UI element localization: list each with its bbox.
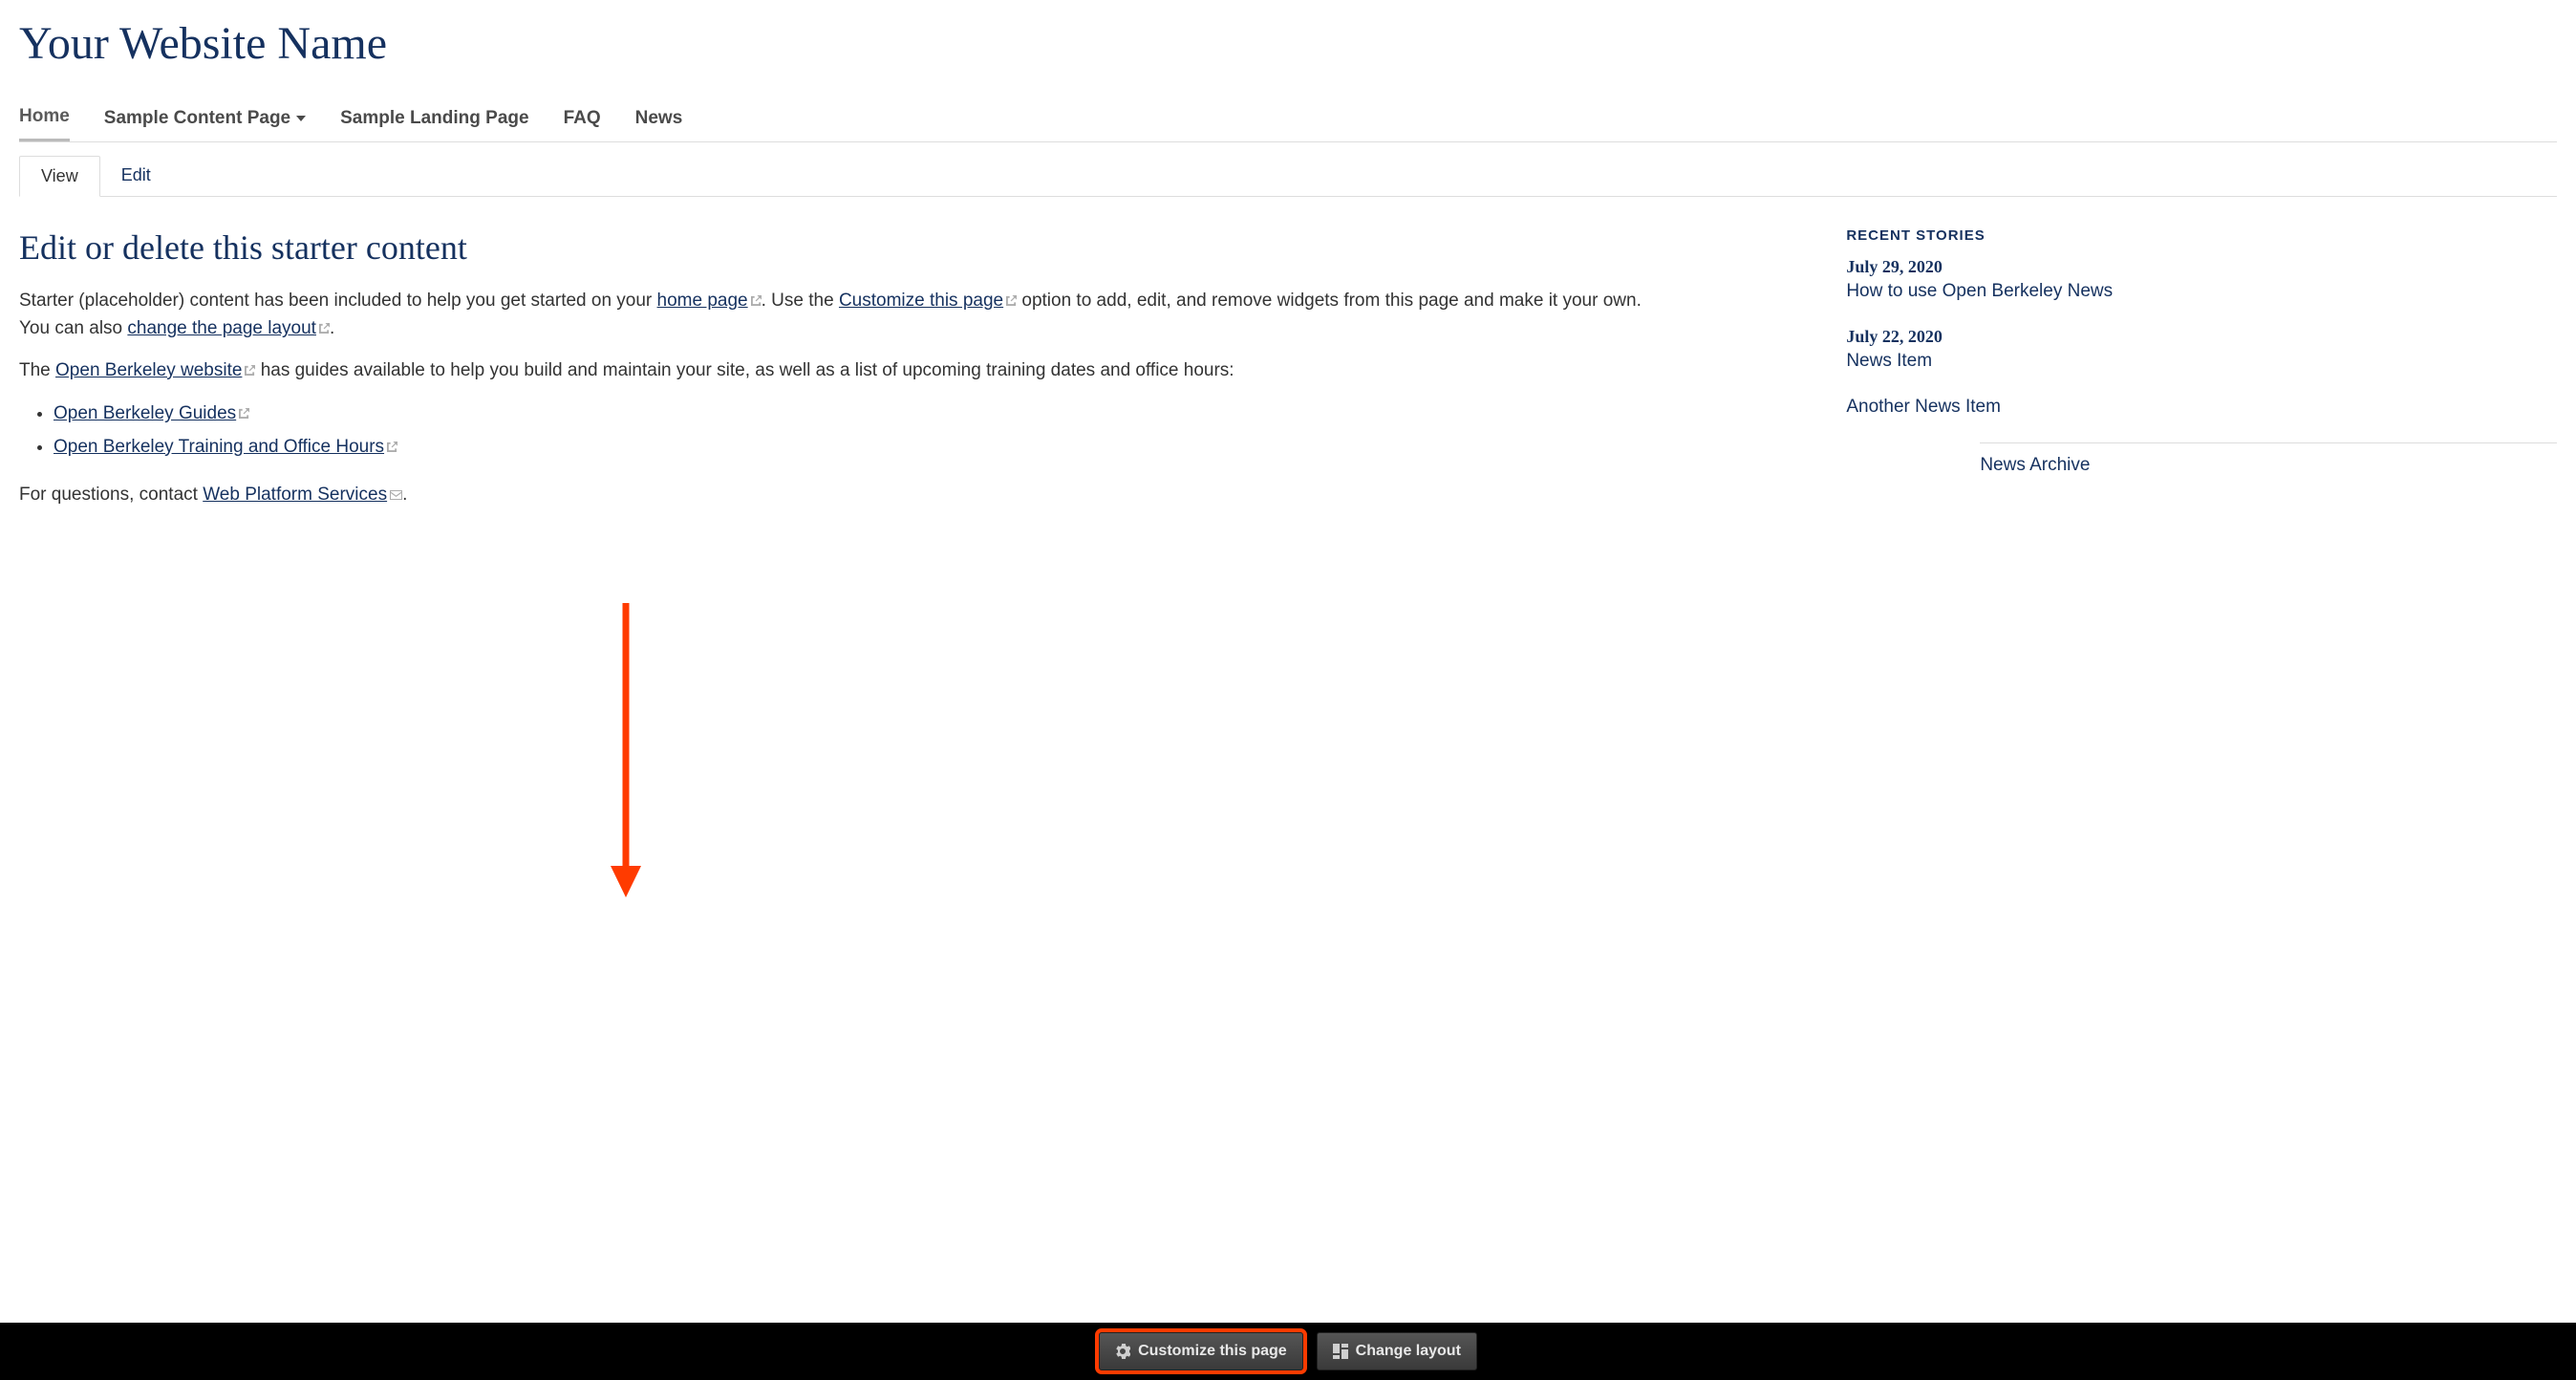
site-title: Your Website Name xyxy=(19,0,2557,98)
story-item: July 29, 2020 How to use Open Berkeley N… xyxy=(1846,257,2557,302)
text: For questions, contact xyxy=(19,485,203,505)
admin-action-bar: Customize this page Change layout xyxy=(0,1323,2576,1380)
nav-item-sample-landing-page[interactable]: Sample Landing Page xyxy=(340,100,528,140)
caret-down-icon xyxy=(296,116,306,121)
change-layout-button[interactable]: Change layout xyxy=(1317,1332,1477,1370)
tab-edit[interactable]: Edit xyxy=(100,156,172,196)
nav-item-faq[interactable]: FAQ xyxy=(564,100,601,140)
intro-paragraph-3: For questions, contact Web Platform Serv… xyxy=(19,481,1643,508)
main-content: Edit or delete this starter content Star… xyxy=(19,227,1643,1304)
text: . xyxy=(330,318,334,338)
story-item: July 22, 2020 News Item xyxy=(1846,327,2557,372)
nav-item-news[interactable]: News xyxy=(635,100,683,140)
link-customize-this-page[interactable]: Customize this page xyxy=(839,291,1003,311)
link-change-page-layout[interactable]: change the page layout xyxy=(127,318,316,338)
local-tabs: View Edit xyxy=(19,156,2557,197)
intro-paragraph-1: Starter (placeholder) content has been i… xyxy=(19,287,1643,343)
link-open-berkeley-training[interactable]: Open Berkeley Training and Office Hours xyxy=(54,437,384,457)
text: The xyxy=(19,360,55,380)
link-news-archive[interactable]: News Archive xyxy=(1980,455,2090,475)
story-date: July 22, 2020 xyxy=(1846,327,2557,347)
intro-paragraph-2: The Open Berkeley website has guides ava… xyxy=(19,356,1643,384)
list-item: Open Berkeley Training and Office Hours xyxy=(54,431,1643,464)
layout-icon xyxy=(1333,1344,1348,1359)
link-open-berkeley-guides[interactable]: Open Berkeley Guides xyxy=(54,403,236,423)
external-link-icon xyxy=(751,295,762,306)
gear-icon xyxy=(1115,1344,1130,1359)
list-item: Open Berkeley Guides xyxy=(54,398,1643,430)
external-link-icon xyxy=(387,442,397,452)
story-item: Another News Item xyxy=(1846,397,2557,418)
sidebar-heading: Recent Stories xyxy=(1846,227,2557,244)
external-link-icon xyxy=(245,365,255,376)
customize-this-page-button[interactable]: Customize this page xyxy=(1099,1332,1303,1370)
resource-list: Open Berkeley Guides Open Berkeley Train… xyxy=(19,398,1643,463)
nav-item-home[interactable]: Home xyxy=(19,98,70,141)
button-label: Change layout xyxy=(1356,1343,1461,1360)
external-link-icon xyxy=(319,323,330,334)
link-open-berkeley-website[interactable]: Open Berkeley website xyxy=(55,360,242,380)
story-link[interactable]: News Item xyxy=(1846,351,1932,371)
page-heading: Edit or delete this starter content xyxy=(19,227,1643,268)
text: has guides available to help you build a… xyxy=(255,360,1234,380)
story-link[interactable]: How to use Open Berkeley News xyxy=(1846,281,2113,301)
external-link-icon xyxy=(1006,295,1017,306)
story-link[interactable]: Another News Item xyxy=(1846,397,2001,417)
sidebar-recent-stories: Recent Stories July 29, 2020 How to use … xyxy=(1846,227,2557,1304)
external-link-icon xyxy=(239,408,249,419)
link-web-platform-services[interactable]: Web Platform Services xyxy=(203,485,387,505)
divider xyxy=(1980,442,2557,443)
primary-nav: Home Sample Content Page Sample Landing … xyxy=(19,98,2557,142)
nav-item-sample-content-page[interactable]: Sample Content Page xyxy=(104,100,306,140)
text: . Use the xyxy=(762,291,839,311)
button-label: Customize this page xyxy=(1138,1343,1287,1360)
text: Starter (placeholder) content has been i… xyxy=(19,291,657,311)
link-home-page[interactable]: home page xyxy=(657,291,748,311)
tab-view[interactable]: View xyxy=(19,156,100,197)
story-date: July 29, 2020 xyxy=(1846,257,2557,277)
nav-label: Sample Content Page xyxy=(104,108,290,129)
text: . xyxy=(402,485,407,505)
mail-icon xyxy=(390,490,402,500)
